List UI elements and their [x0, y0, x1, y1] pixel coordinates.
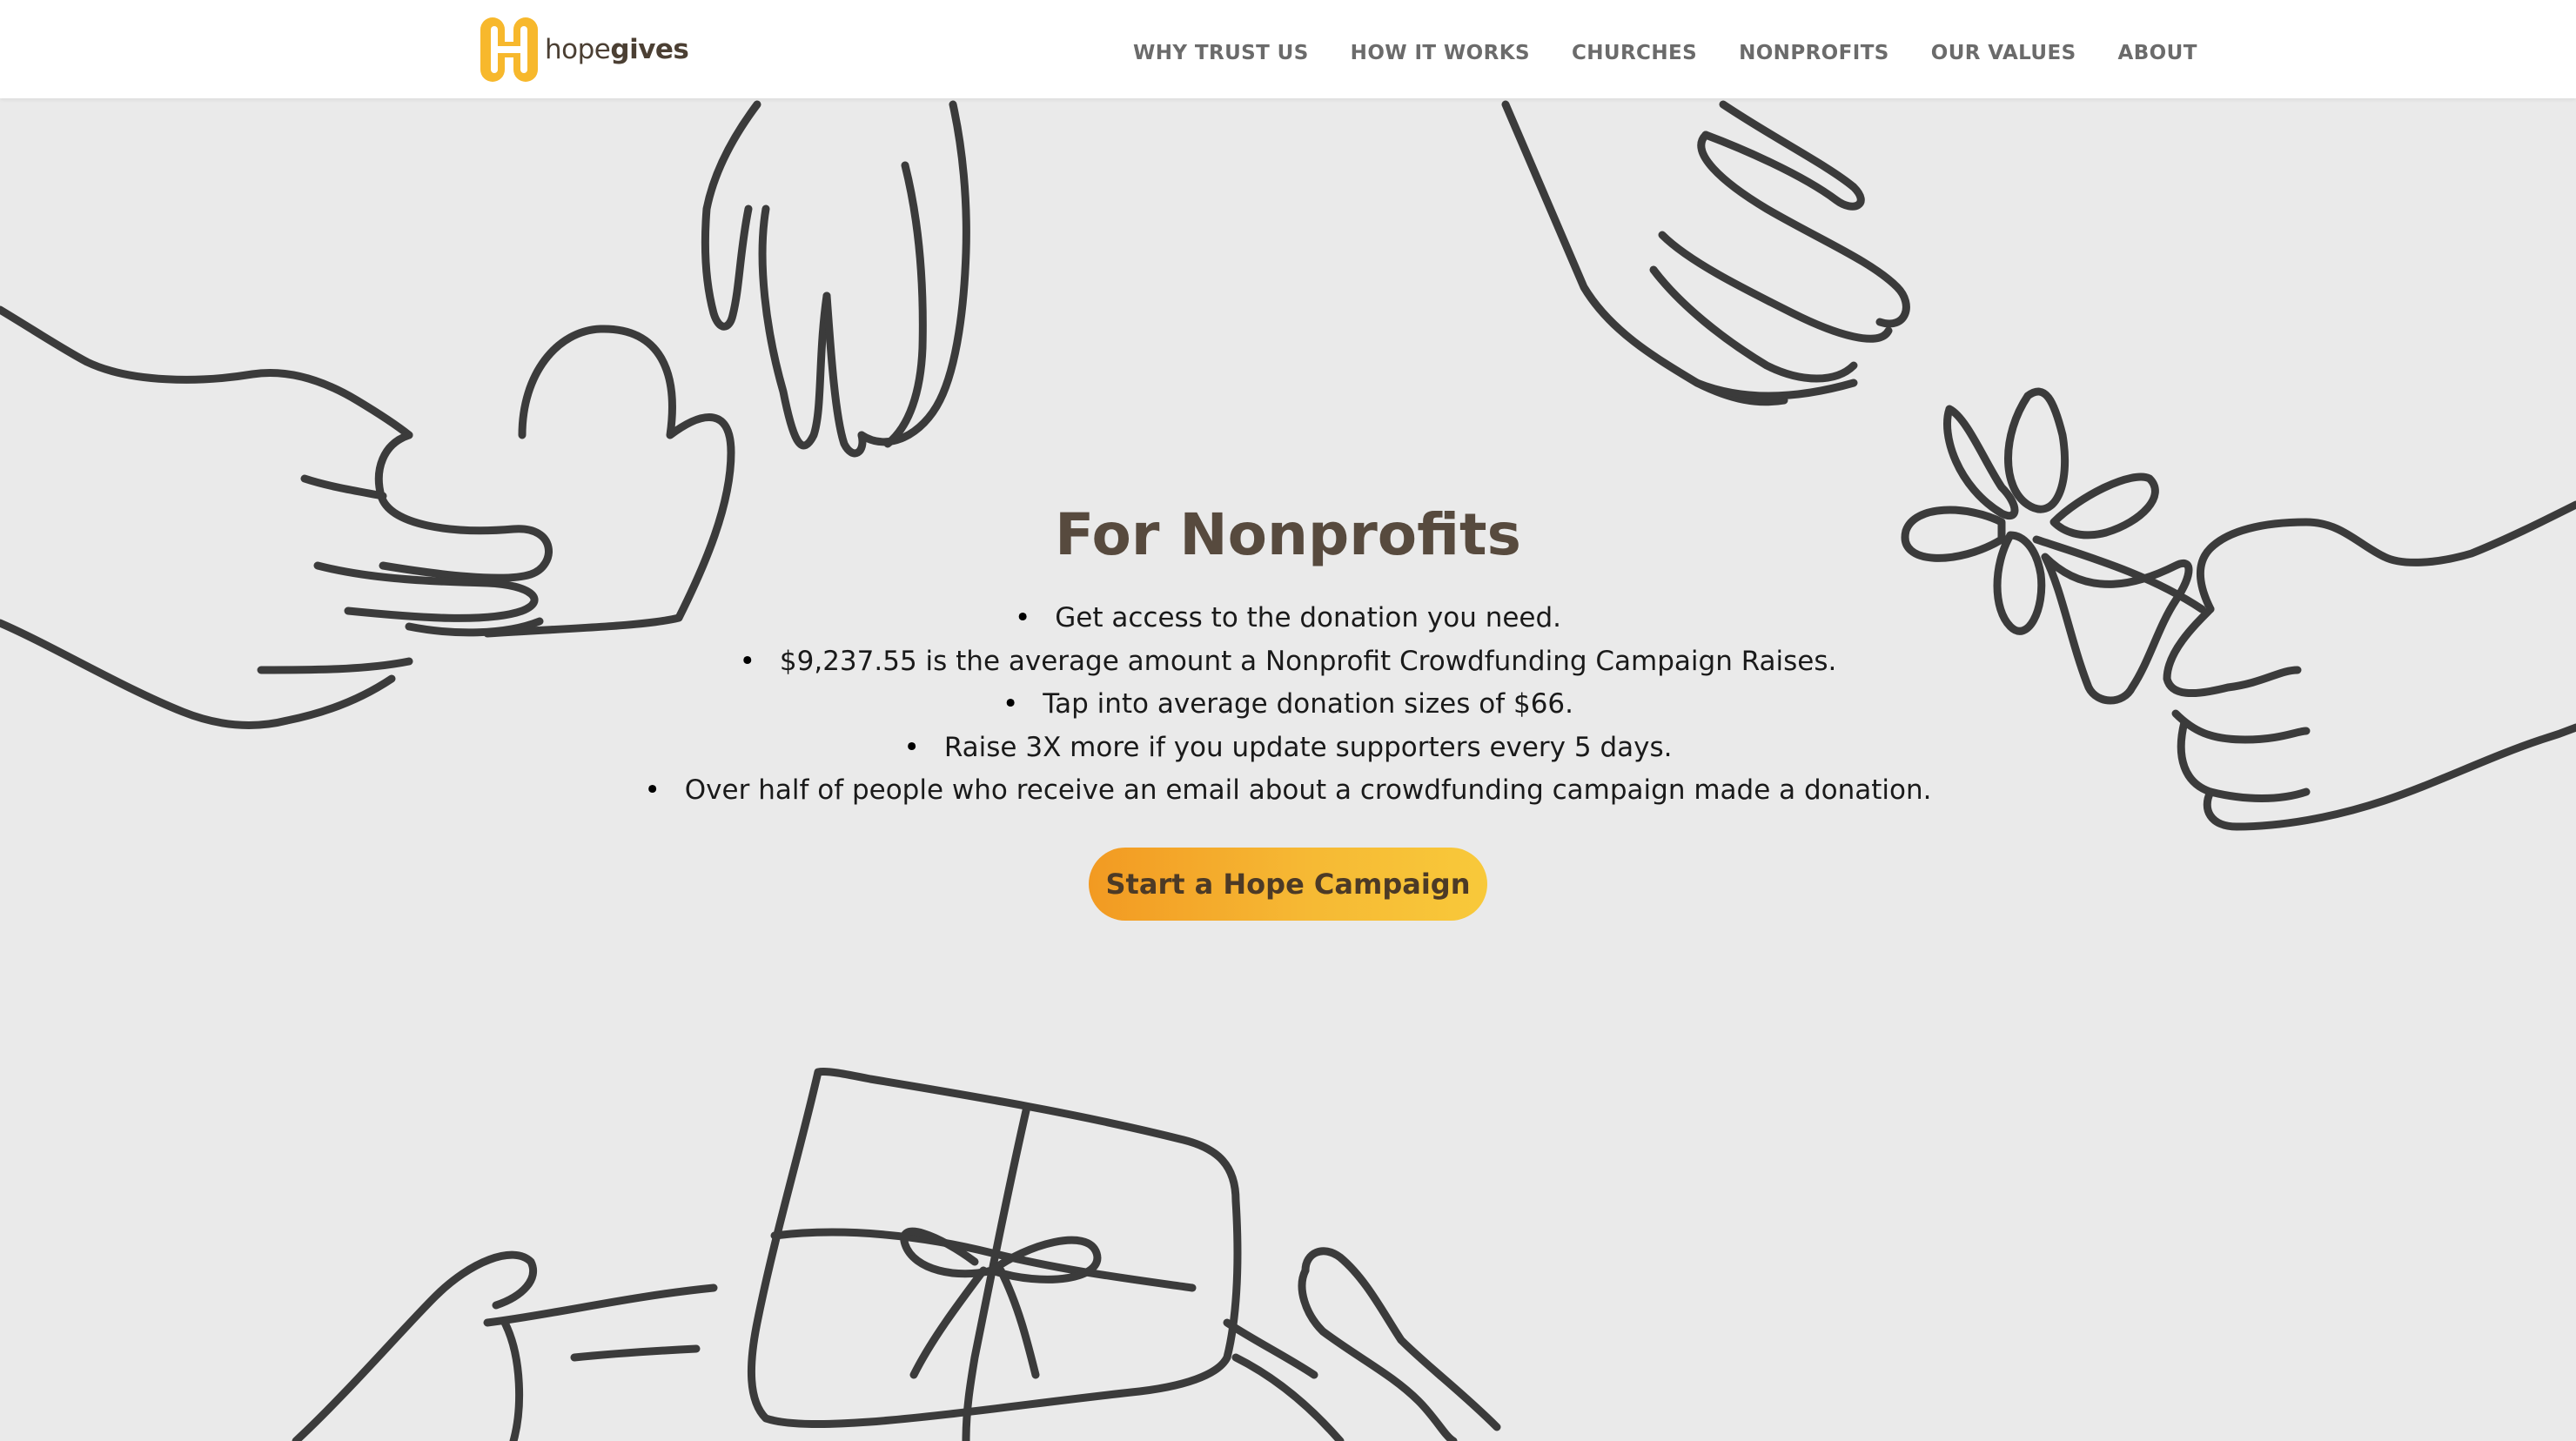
page-title: For Nonprofits — [1055, 501, 1521, 568]
hero-section: For Nonprofits Get access to the donatio… — [0, 496, 2576, 921]
logo-text-gives: gives — [610, 34, 689, 65]
main-navigation: WHY TRUST US HOW IT WORKS CHURCHES NONPR… — [1123, 42, 2197, 64]
reaching-hand-icon — [701, 100, 970, 458]
logo-wordmark: hopegives — [545, 34, 689, 65]
nav-churches[interactable]: CHURCHES — [1572, 42, 1697, 64]
logo-link[interactable]: hopegives — [479, 14, 689, 85]
hopegives-logo-icon — [480, 17, 538, 82]
site-header: hopegives WHY TRUST US HOW IT WORKS CHUR… — [0, 0, 2576, 98]
list-item: Raise 3X more if you update supporters e… — [0, 727, 2576, 770]
nav-about[interactable]: ABOUT — [2118, 42, 2197, 64]
benefits-list: Get access to the donation you need. $9,… — [0, 597, 2576, 813]
nav-nonprofits[interactable]: NONPROFITS — [1739, 42, 1889, 64]
list-item: Tap into average donation sizes of $66. — [0, 683, 2576, 727]
logo-text-hope: hope — [545, 34, 611, 65]
nav-how-it-works[interactable]: HOW IT WORKS — [1351, 42, 1530, 64]
open-hand-icon — [1501, 100, 1910, 406]
list-item: Over half of people who receive an email… — [0, 769, 2576, 813]
nav-why-trust-us[interactable]: WHY TRUST US — [1133, 42, 1309, 64]
hands-holding-gift-icon — [292, 1068, 1501, 1441]
start-campaign-button[interactable]: Start a Hope Campaign — [1089, 847, 1487, 921]
nav-our-values[interactable]: OUR VALUES — [1931, 42, 2076, 64]
list-item: $9,237.55 is the average amount a Nonpro… — [0, 640, 2576, 684]
list-item: Get access to the donation you need. — [0, 597, 2576, 640]
